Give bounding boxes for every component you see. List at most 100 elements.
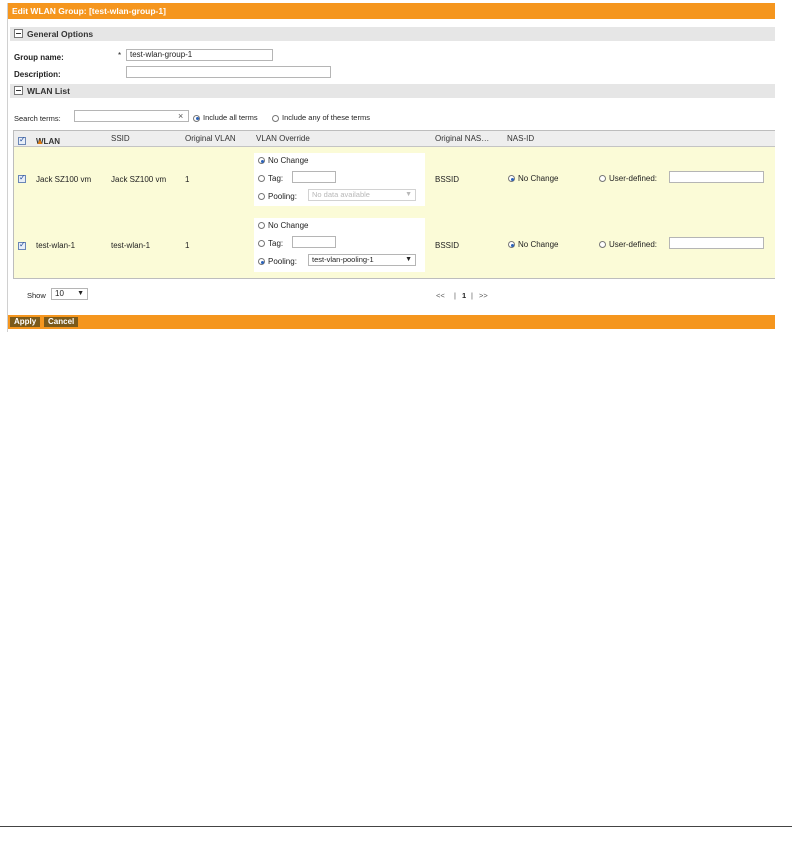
pooling-label: Pooling: [268, 257, 297, 266]
dialog-title: Edit WLAN Group: [test-wlan-group-1] [8, 3, 775, 19]
column-nas-id[interactable]: NAS-ID [507, 134, 534, 143]
checkbox-icon[interactable] [18, 135, 26, 145]
original-nas-cell: BSSID [435, 241, 460, 250]
pager-separator: | [454, 291, 456, 300]
wlan-list-header[interactable]: WLAN List [10, 84, 775, 98]
checkbox-icon[interactable] [18, 173, 26, 183]
radio-icon[interactable] [258, 222, 265, 230]
column-original-nas[interactable]: Original NAS… [435, 134, 489, 143]
nas-user-defined-label: User-defined: [609, 240, 658, 249]
radio-icon[interactable] [258, 258, 265, 266]
override-pooling-option[interactable]: Pooling: [258, 192, 297, 201]
pager-next[interactable]: >> [479, 291, 488, 300]
nas-no-change-option[interactable]: No Change [508, 240, 558, 249]
wlan-name-cell: Jack SZ100 vm [36, 175, 92, 184]
edit-wlan-group-dialog: Edit WLAN Group: [test-wlan-group-1] Gen… [7, 3, 775, 332]
pooling-select[interactable]: test-vlan-pooling-1 ▼ [308, 254, 416, 266]
pooling-select-value: No data available [312, 190, 370, 199]
required-mark: * [118, 51, 122, 60]
tag-input[interactable] [292, 236, 336, 248]
radio-icon[interactable] [272, 114, 279, 122]
show-label: Show [27, 291, 46, 300]
sort-ascending-icon[interactable]: ▲ [36, 137, 44, 146]
apply-button[interactable]: Apply [10, 317, 41, 327]
checkbox-icon[interactable] [18, 240, 26, 250]
pager-page-1[interactable]: 1 [462, 291, 466, 300]
chevron-down-icon[interactable]: ▼ [77, 289, 84, 299]
radio-icon[interactable] [193, 114, 200, 122]
override-no-change-option[interactable]: No Change [258, 156, 308, 165]
radio-icon[interactable] [599, 241, 606, 249]
general-options-title: General Options [27, 29, 94, 39]
column-ssid[interactable]: SSID [111, 134, 130, 143]
group-name-label: Group name: [14, 53, 64, 62]
chevron-down-icon[interactable]: ▼ [405, 255, 412, 265]
original-vlan-cell: 1 [185, 175, 190, 184]
user-defined-input[interactable] [669, 171, 764, 183]
radio-icon[interactable] [258, 240, 265, 248]
original-vlan-cell: 1 [185, 241, 190, 250]
tag-input[interactable] [292, 171, 336, 183]
pooling-label: Pooling: [268, 192, 297, 201]
vlan-override-box: No Change Tag: Pooling: No data availabl… [254, 153, 425, 206]
column-vlan-override[interactable]: VLAN Override [256, 134, 310, 143]
wlan-name-cell: test-wlan-1 [36, 241, 76, 250]
group-name-input[interactable]: test-wlan-group-1 [126, 49, 273, 61]
override-tag-option[interactable]: Tag: [258, 174, 283, 183]
search-input[interactable] [74, 110, 189, 122]
ssid-cell: Jack SZ100 vm [111, 175, 167, 184]
override-pooling-option[interactable]: Pooling: [258, 257, 297, 266]
vlan-override-box: No Change Tag: Pooling: test-vlan-poolin… [254, 218, 425, 272]
table-row[interactable]: test-wlan-1 test-wlan-1 1 No Change Tag:… [14, 212, 775, 278]
pager-separator: | [471, 291, 473, 300]
nas-no-change-option[interactable]: No Change [508, 174, 558, 183]
no-change-label: No Change [268, 156, 309, 165]
tag-label: Tag: [268, 239, 284, 248]
radio-icon[interactable] [599, 175, 606, 183]
table-row[interactable]: Jack SZ100 vm Jack SZ100 vm 1 No Change … [14, 147, 775, 212]
include-all-terms-label: Include all terms [203, 113, 258, 122]
original-nas-cell: BSSID [435, 175, 460, 184]
nas-no-change-label: No Change [518, 174, 559, 183]
include-any-terms-label: Include any of these terms [282, 113, 370, 122]
nas-user-defined-option[interactable]: User-defined: [599, 240, 657, 249]
pooling-select-value: test-vlan-pooling-1 [312, 255, 374, 264]
clear-icon[interactable]: × [178, 111, 183, 121]
collapse-icon[interactable] [14, 29, 23, 38]
nas-user-defined-label: User-defined: [609, 174, 658, 183]
override-no-change-option[interactable]: No Change [258, 221, 308, 230]
page-size-value: 10 [55, 289, 64, 298]
include-any-terms-option[interactable]: Include any of these terms [272, 113, 370, 122]
column-original-vlan[interactable]: Original VLAN [185, 134, 236, 143]
wlan-table: WLAN Name ▲ SSID Original VLAN VLAN Over… [13, 130, 775, 279]
radio-icon[interactable] [508, 175, 515, 183]
wlan-list-title: WLAN List [27, 86, 70, 96]
collapse-icon[interactable] [14, 86, 23, 95]
cancel-button[interactable]: Cancel [44, 317, 79, 327]
tag-label: Tag: [268, 174, 284, 183]
action-bar: Apply Cancel [8, 315, 775, 329]
pooling-select[interactable]: No data available ▼ [308, 189, 416, 201]
table-header: WLAN Name ▲ SSID Original VLAN VLAN Over… [14, 131, 775, 155]
override-tag-option[interactable]: Tag: [258, 239, 283, 248]
page-size-select[interactable]: 10 ▼ [51, 288, 88, 300]
nas-user-defined-option[interactable]: User-defined: [599, 174, 657, 183]
no-change-label: No Change [268, 221, 309, 230]
description-input[interactable] [126, 66, 331, 78]
row-checkbox[interactable] [18, 240, 26, 252]
include-all-terms-option[interactable]: Include all terms [193, 113, 258, 122]
description-label: Description: [14, 70, 61, 79]
user-defined-input[interactable] [669, 237, 764, 249]
radio-icon[interactable] [258, 193, 265, 201]
page-bottom-rule [0, 826, 792, 827]
chevron-down-icon[interactable]: ▼ [405, 190, 412, 200]
general-options-header[interactable]: General Options [10, 27, 775, 41]
radio-icon[interactable] [258, 175, 265, 183]
ssid-cell: test-wlan-1 [111, 241, 151, 250]
row-checkbox[interactable] [18, 173, 26, 185]
search-terms-label: Search terms: [14, 114, 61, 123]
pager-prev[interactable]: << [436, 291, 445, 300]
nas-no-change-label: No Change [518, 240, 559, 249]
radio-icon[interactable] [258, 157, 265, 165]
radio-icon[interactable] [508, 241, 515, 249]
